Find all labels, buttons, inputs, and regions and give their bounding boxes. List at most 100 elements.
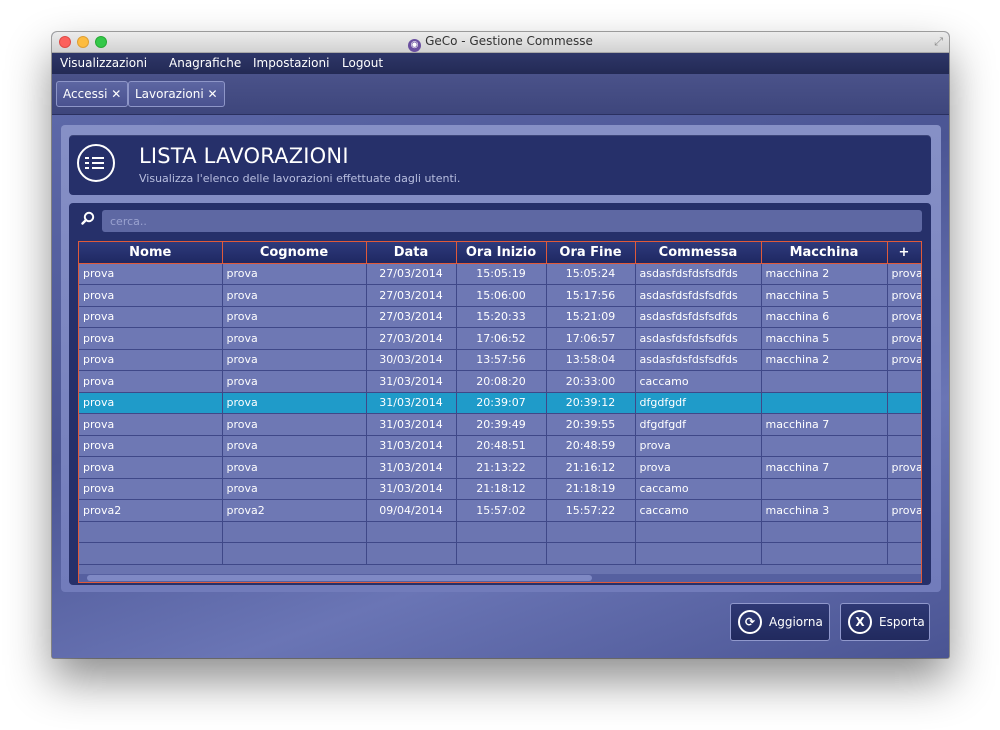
table-cell: prova bbox=[222, 435, 367, 457]
table-cell: prova bbox=[79, 263, 223, 285]
table-cell: 15:57:22 bbox=[546, 499, 636, 522]
table-cell: 20:08:20 bbox=[456, 370, 547, 393]
table-cell bbox=[761, 521, 888, 543]
table-cell: prova bbox=[887, 456, 921, 479]
table-cell: prova bbox=[222, 456, 367, 479]
table-row[interactable]: prova2 prova2 09/04/2014 15:57:02 15:57:22 ca… bbox=[79, 499, 921, 522]
table-cell: prova bbox=[79, 370, 223, 393]
table-row[interactable]: prova prova 31/03/2014 20:08:20 20:33:00 cacc… bbox=[79, 370, 921, 393]
table-cell bbox=[79, 542, 223, 565]
table-cell: prova bbox=[79, 306, 223, 328]
table-cell: macchina 2 bbox=[761, 349, 888, 371]
search-input[interactable] bbox=[102, 210, 922, 232]
window-title: ◉ GeCo - Gestione Commesse bbox=[52, 34, 949, 52]
column-header-data[interactable]: Data bbox=[366, 242, 457, 264]
table-cell: prova bbox=[887, 499, 921, 522]
table-cell: 15:05:19 bbox=[456, 263, 547, 285]
tab-lavorazioni[interactable]: Lavorazioni ✕ bbox=[128, 81, 225, 107]
table-cell: macchina 7 bbox=[761, 413, 888, 436]
table-cell: 20:48:59 bbox=[546, 435, 636, 457]
table-cell: 27/03/2014 bbox=[366, 263, 457, 285]
table-container: Nome Cognome Data Ora Inizio Ora Fine Co… bbox=[69, 203, 931, 585]
table-cell: prova bbox=[222, 284, 367, 307]
table-cell bbox=[222, 542, 367, 565]
table-cell: macchina 5 bbox=[761, 284, 888, 307]
table-cell: prova bbox=[79, 435, 223, 457]
column-header-nome[interactable]: Nome bbox=[79, 242, 223, 264]
table-cell: caccamo bbox=[635, 370, 762, 393]
table-cell: 15:06:00 bbox=[456, 284, 547, 307]
excel-export-icon: X bbox=[848, 610, 872, 634]
column-header-ora-inizio[interactable]: Ora Inizio bbox=[456, 242, 547, 264]
table-row[interactable]: prova prova 27/03/2014 15:05:19 15:05:24 asda… bbox=[79, 263, 921, 285]
horizontal-scrollbar[interactable] bbox=[79, 574, 921, 582]
esporta-button[interactable]: X Esporta bbox=[840, 603, 930, 641]
table-cell: 09/04/2014 bbox=[366, 499, 457, 522]
table-row[interactable]: prova prova 31/03/2014 21:13:22 21:16:12 prov… bbox=[79, 456, 921, 479]
table-cell: prova bbox=[79, 478, 223, 500]
table-cell: 31/03/2014 bbox=[366, 478, 457, 500]
table-row-empty bbox=[79, 521, 921, 543]
scrollbar-thumb[interactable] bbox=[87, 575, 592, 581]
table-cell: prova bbox=[887, 349, 921, 371]
menu-visualizzazioni[interactable]: Visualizzazioni bbox=[60, 56, 147, 70]
column-header-ora-fine[interactable]: Ora Fine bbox=[546, 242, 636, 264]
table-cell: prova bbox=[635, 435, 762, 457]
table-cell: macchina 2 bbox=[761, 263, 888, 285]
table-cell: prova bbox=[79, 456, 223, 479]
table-cell bbox=[761, 392, 888, 414]
table-row[interactable]: prova prova 31/03/2014 20:39:49 20:39:55 dfgd… bbox=[79, 413, 921, 436]
table-cell bbox=[887, 370, 921, 393]
table-cell: prova bbox=[79, 349, 223, 371]
table-cell: asdasfdsfdsfsdfds bbox=[635, 327, 762, 350]
menu-logout[interactable]: Logout bbox=[342, 56, 383, 70]
table-row[interactable]: prova prova 27/03/2014 15:06:00 15:17:56 asda… bbox=[79, 284, 921, 307]
table-cell bbox=[366, 542, 457, 565]
table-cell bbox=[761, 478, 888, 500]
table-cell: 31/03/2014 bbox=[366, 413, 457, 436]
table-cell bbox=[761, 370, 888, 393]
table-cell: 20:39:07 bbox=[456, 392, 547, 414]
lavorazioni-table: Nome Cognome Data Ora Inizio Ora Fine Co… bbox=[78, 241, 922, 583]
table-row[interactable]: prova prova 31/03/2014 20:39:07 20:39:12 dfgd… bbox=[79, 392, 921, 414]
table-cell: asdasfdsfdsfsdfds bbox=[635, 306, 762, 328]
fullscreen-icon[interactable]: ⤢ bbox=[934, 35, 943, 49]
table-row[interactable]: prova prova 31/03/2014 21:18:12 21:18:19 cacc… bbox=[79, 478, 921, 500]
table-cell: 20:33:00 bbox=[546, 370, 636, 393]
page-subtitle: Visualizza l'elenco delle lavorazioni ef… bbox=[139, 172, 461, 185]
table-cell: asdasfdsfdsfsdfds bbox=[635, 263, 762, 285]
column-header-macchina[interactable]: Macchina bbox=[761, 242, 888, 264]
table-cell: prova bbox=[222, 392, 367, 414]
tab-bar: Accessi ✕ Lavorazioni ✕ bbox=[52, 74, 949, 115]
column-header-commessa[interactable]: Commessa bbox=[635, 242, 762, 264]
table-cell bbox=[887, 521, 921, 543]
menu-anagrafiche[interactable]: Anagrafiche bbox=[169, 56, 241, 70]
table-cell: 21:13:22 bbox=[456, 456, 547, 479]
table-cell bbox=[887, 542, 921, 565]
table-cell: 20:39:12 bbox=[546, 392, 636, 414]
table-cell: caccamo bbox=[635, 478, 762, 500]
column-header-cognome[interactable]: Cognome bbox=[222, 242, 367, 264]
table-row[interactable]: prova prova 27/03/2014 15:20:33 15:21:09 asda… bbox=[79, 306, 921, 328]
menu-impostazioni[interactable]: Impostazioni bbox=[253, 56, 329, 70]
table-cell: 15:21:09 bbox=[546, 306, 636, 328]
table-cell bbox=[635, 521, 762, 543]
table-cell: prova bbox=[887, 263, 921, 285]
table-cell bbox=[761, 542, 888, 565]
aggiorna-button[interactable]: ⟳ Aggiorna bbox=[730, 603, 830, 641]
table-cell bbox=[456, 521, 547, 543]
refresh-icon: ⟳ bbox=[738, 610, 762, 634]
table-cell: 31/03/2014 bbox=[366, 456, 457, 479]
table-row-empty bbox=[79, 542, 921, 565]
table-cell: 21:16:12 bbox=[546, 456, 636, 479]
column-more-button[interactable]: + bbox=[887, 242, 921, 264]
table-cell: prova2 bbox=[222, 499, 367, 522]
table-row[interactable]: prova prova 31/03/2014 20:48:51 20:48:59 prov… bbox=[79, 435, 921, 457]
table-row[interactable]: prova prova 27/03/2014 17:06:52 17:06:57 asda… bbox=[79, 327, 921, 350]
tab-accessi[interactable]: Accessi ✕ bbox=[56, 81, 129, 107]
table-cell: 17:06:57 bbox=[546, 327, 636, 350]
table-cell: prova bbox=[887, 327, 921, 350]
table-cell: prova2 bbox=[79, 499, 223, 522]
table-cell bbox=[546, 521, 636, 543]
table-row[interactable]: prova prova 30/03/2014 13:57:56 13:58:04 asda… bbox=[79, 349, 921, 371]
